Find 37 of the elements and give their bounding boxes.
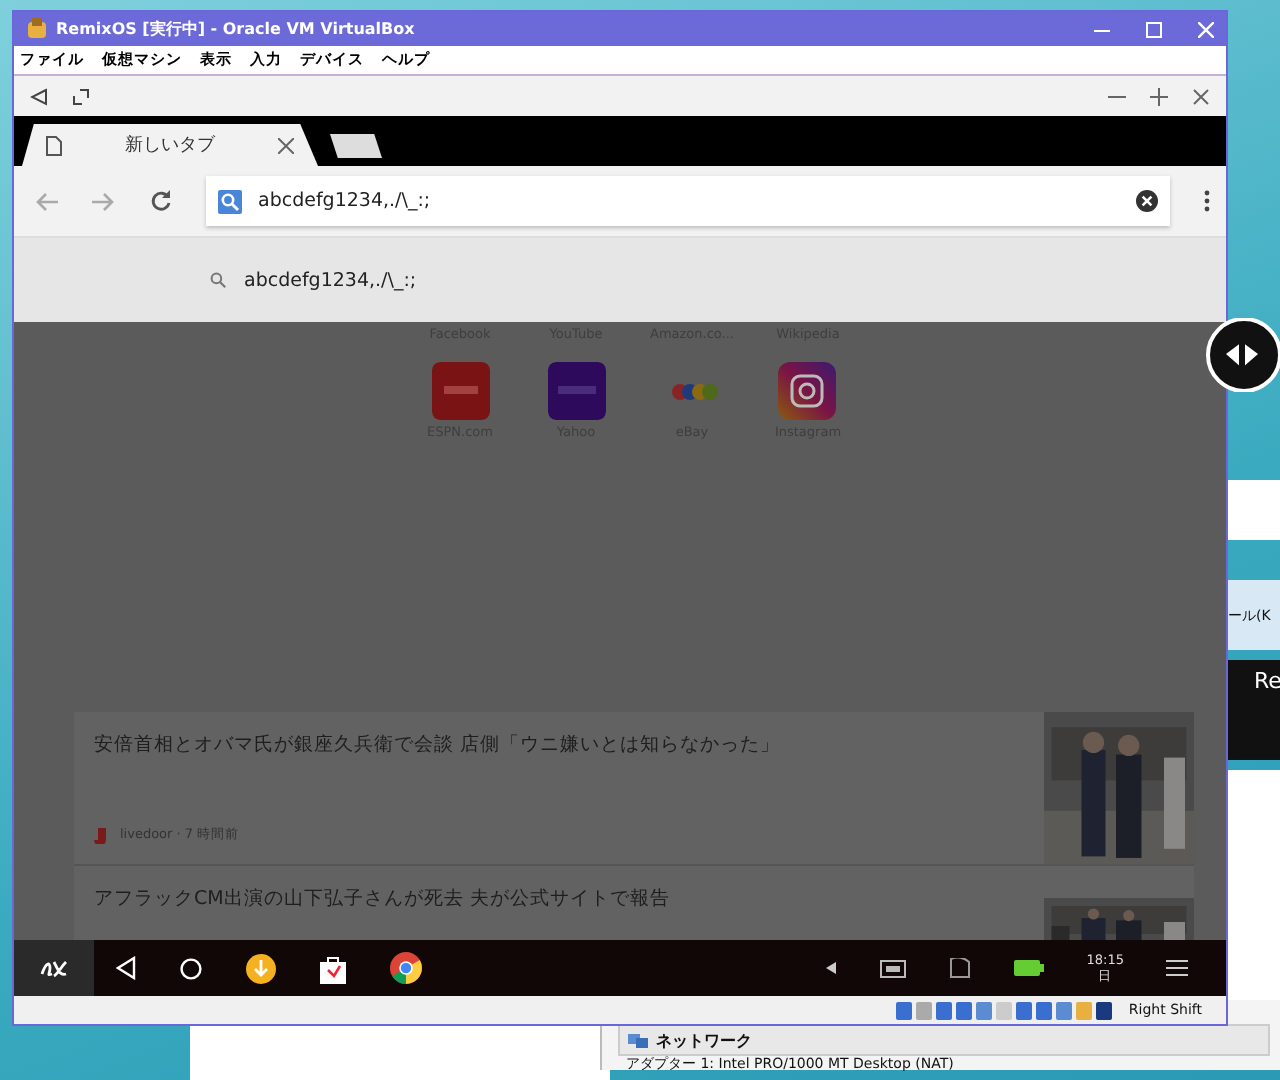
back-icon[interactable] <box>30 87 48 105</box>
close-icon[interactable] <box>1192 87 1210 105</box>
browser-icon[interactable] <box>390 952 422 984</box>
launcher-button[interactable] <box>14 940 94 996</box>
news-card[interactable]: アフラックCM出演の山下弘子さんが死去 夫が公式サイトで報告 <box>74 866 1194 940</box>
page-icon <box>46 135 62 155</box>
floating-button-icon[interactable] <box>1206 318 1280 392</box>
home-icon[interactable] <box>180 957 202 979</box>
resize-icon[interactable] <box>72 87 90 105</box>
camera-icon[interactable] <box>778 362 837 420</box>
address-field[interactable]: abcdefg1234,./\_:; <box>206 176 1170 226</box>
new-tab-button[interactable] <box>330 134 382 158</box>
suggestion-item[interactable]: abcdefg1234,./\_:; <box>244 269 417 291</box>
add-icon[interactable] <box>1150 87 1168 105</box>
caret-icon[interactable] <box>826 962 837 974</box>
window-title: RemixOS [実行中] - Oracle VM VirtualBox <box>56 18 417 40</box>
news-headline[interactable]: 安倍首相とオバマ氏が銀座久兵衛で会談 店側「ウニ嫌いとは知らなかった」 <box>94 732 1024 758</box>
source-logo-icon <box>94 827 110 843</box>
shopping-bag-icon[interactable] <box>320 953 346 983</box>
menu-icon[interactable] <box>1166 960 1188 976</box>
keyboard-icon[interactable] <box>880 959 907 977</box>
remix-logo-icon <box>40 958 68 978</box>
section-title: ネットワーク <box>656 1029 752 1051</box>
news-headline[interactable]: アフラックCM出演の山下弘子さんが死去 夫が公式サイトで報告 <box>94 886 1024 912</box>
maximize-icon[interactable] <box>1146 21 1162 37</box>
download-icon[interactable] <box>246 953 276 983</box>
menu-icon[interactable] <box>1204 190 1210 212</box>
search-icon <box>218 189 242 213</box>
search-icon <box>210 272 226 288</box>
network-icon <box>628 1031 648 1049</box>
clear-icon[interactable] <box>1136 190 1158 212</box>
close-icon[interactable] <box>278 137 294 153</box>
app-icon <box>26 18 48 40</box>
battery-icon <box>1014 960 1045 976</box>
browser-tab[interactable]: 新しいタブ <box>22 124 318 166</box>
reload-icon[interactable] <box>150 190 172 212</box>
window-text: Re <box>1254 668 1280 694</box>
